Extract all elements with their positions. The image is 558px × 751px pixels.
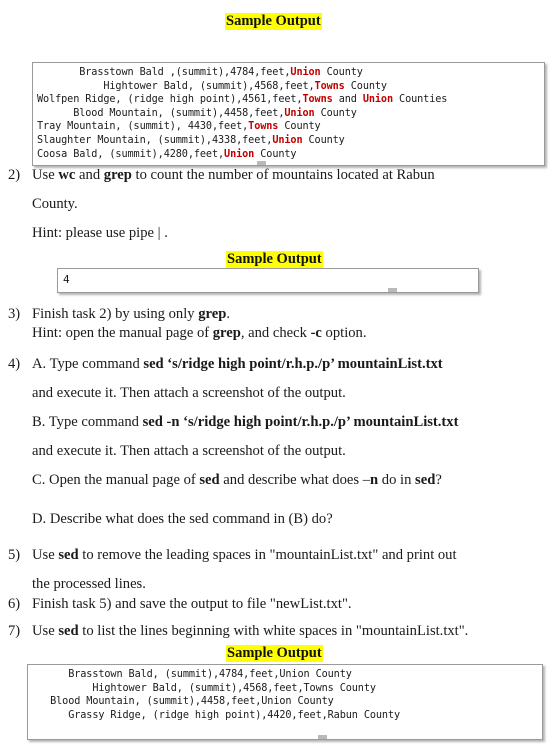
task-body: Use sed to list the lines beginning with… <box>32 622 468 641</box>
task-number: 2) <box>8 167 21 183</box>
task-4a-line: A. Type command sed ‘s/ridge high point/… <box>32 355 458 374</box>
scroll-nub <box>318 735 327 739</box>
task-7-line-1: Use sed to list the lines beginning with… <box>32 622 468 641</box>
task-2-hint: Hint: please use pipe | . <box>32 225 168 241</box>
text-run-bold: grep <box>212 325 241 341</box>
task-3-line-2: Hint: open the manual page of grep, and … <box>32 324 367 343</box>
task-item-7: 7) Use sed to list the lines beginning w… <box>8 622 548 641</box>
text-run: . <box>226 306 230 322</box>
task-number: 5) <box>8 547 21 563</box>
text-run: Use <box>32 547 59 563</box>
sample-output-heading-3: Sample Output <box>226 645 323 662</box>
text-run-bold: sed <box>415 472 436 488</box>
task-4b-follow: and execute it. Then attach a screenshot… <box>32 443 346 459</box>
text-run: do in <box>378 472 416 488</box>
text-run: Hint: open the manual page of <box>32 325 213 341</box>
task-4a-follow: and execute it. Then attach a screenshot… <box>32 385 346 401</box>
text-run-bold: sed <box>58 547 79 563</box>
task-4d-line: D. Describe what does the sed command in… <box>32 511 333 527</box>
task-5-line-1: Use sed to remove the leading spaces in … <box>32 546 457 565</box>
text-run: option. <box>321 325 367 341</box>
scroll-nub <box>388 288 397 292</box>
text-run: to list the lines beginning with white s… <box>78 623 469 639</box>
text-run-bold: wc <box>58 167 76 183</box>
task-body: Use sed to remove the leading spaces in … <box>32 546 457 594</box>
text-run-bold: sed <box>58 623 79 639</box>
task-6-line-1: Finish task 5) and save the output to fi… <box>32 596 352 612</box>
text-run: to count the number of mountains located… <box>131 167 435 183</box>
task-5-line-2: the processed lines. <box>32 576 146 592</box>
command-text: sed -n ‘s/ridge high point/r.h.p./p’ mou… <box>142 414 459 430</box>
task-item-6: 6) Finish task 5) and save the output to… <box>8 595 548 614</box>
text-run: Use <box>32 167 59 183</box>
text-run: Finish task 2) by using only <box>32 306 199 322</box>
output-block-1: Brasstown Bald ,(summit),4784,feet,Union… <box>32 62 545 166</box>
task-item-4: 4) A. Type command sed ‘s/ridge high poi… <box>8 355 548 529</box>
task-item-3: 3) Finish task 2) by using only grep. Hi… <box>8 305 548 343</box>
output-block-2: 4 <box>57 268 479 293</box>
task-number: 6) <box>8 596 21 612</box>
output-block-3: Brasstown Bald, (summit),4784,feet,Union… <box>27 664 543 740</box>
task-item-5: 5) Use sed to remove the leading spaces … <box>8 546 548 594</box>
text-run-bold: grep <box>198 306 227 322</box>
text-run-bold: -c <box>310 325 322 341</box>
text-run: , and check <box>240 325 311 341</box>
task-number: 7) <box>8 623 21 639</box>
task-3-line-1: Finish task 2) by using only grep. <box>32 305 367 324</box>
text-run-bold: grep <box>103 167 132 183</box>
text-run: ? <box>435 472 442 488</box>
text-run: and describe what does – <box>219 472 371 488</box>
text-run: B. Type command <box>32 414 143 430</box>
task-2-line-1: Use wc and grep to count the number of m… <box>32 166 435 185</box>
task-4b-line: B. Type command sed -n ‘s/ridge high poi… <box>32 413 458 432</box>
text-run: Use <box>32 623 59 639</box>
task-body: Finish task 5) and save the output to fi… <box>32 595 352 614</box>
task-number: 3) <box>8 306 21 322</box>
task-body: Use wc and grep to count the number of m… <box>32 166 435 243</box>
output-block-3-code: Brasstown Bald, (summit),4784,feet,Union… <box>32 669 401 721</box>
task-4c-line: C. Open the manual page of sed and descr… <box>32 471 458 490</box>
text-run-bold: n <box>370 472 379 488</box>
sample-output-heading-2: Sample Output <box>226 251 323 268</box>
task-body: Finish task 2) by using only grep. Hint:… <box>32 305 367 343</box>
text-run: to remove the leading spaces in "mountai… <box>78 547 457 563</box>
task-body: A. Type command sed ‘s/ridge high point/… <box>32 355 458 529</box>
command-text: sed ‘s/ridge high point/r.h.p./p’ mounta… <box>143 356 443 372</box>
output-block-2-code: 4 <box>63 273 70 286</box>
task-2-line-2: County. <box>32 196 78 212</box>
text-run-bold: sed <box>199 472 220 488</box>
text-run: C. Open the manual page of <box>32 472 200 488</box>
sample-output-heading-1: Sample Output <box>225 13 322 30</box>
output-block-1-code: Brasstown Bald ,(summit),4784,feet,Union… <box>37 67 448 160</box>
text-run: A. Type command <box>32 356 144 372</box>
scroll-nub <box>257 161 266 165</box>
text-run: and <box>75 167 104 183</box>
task-item-2: 2) Use wc and grep to count the number o… <box>8 166 548 243</box>
task-number: 4) <box>8 356 21 372</box>
